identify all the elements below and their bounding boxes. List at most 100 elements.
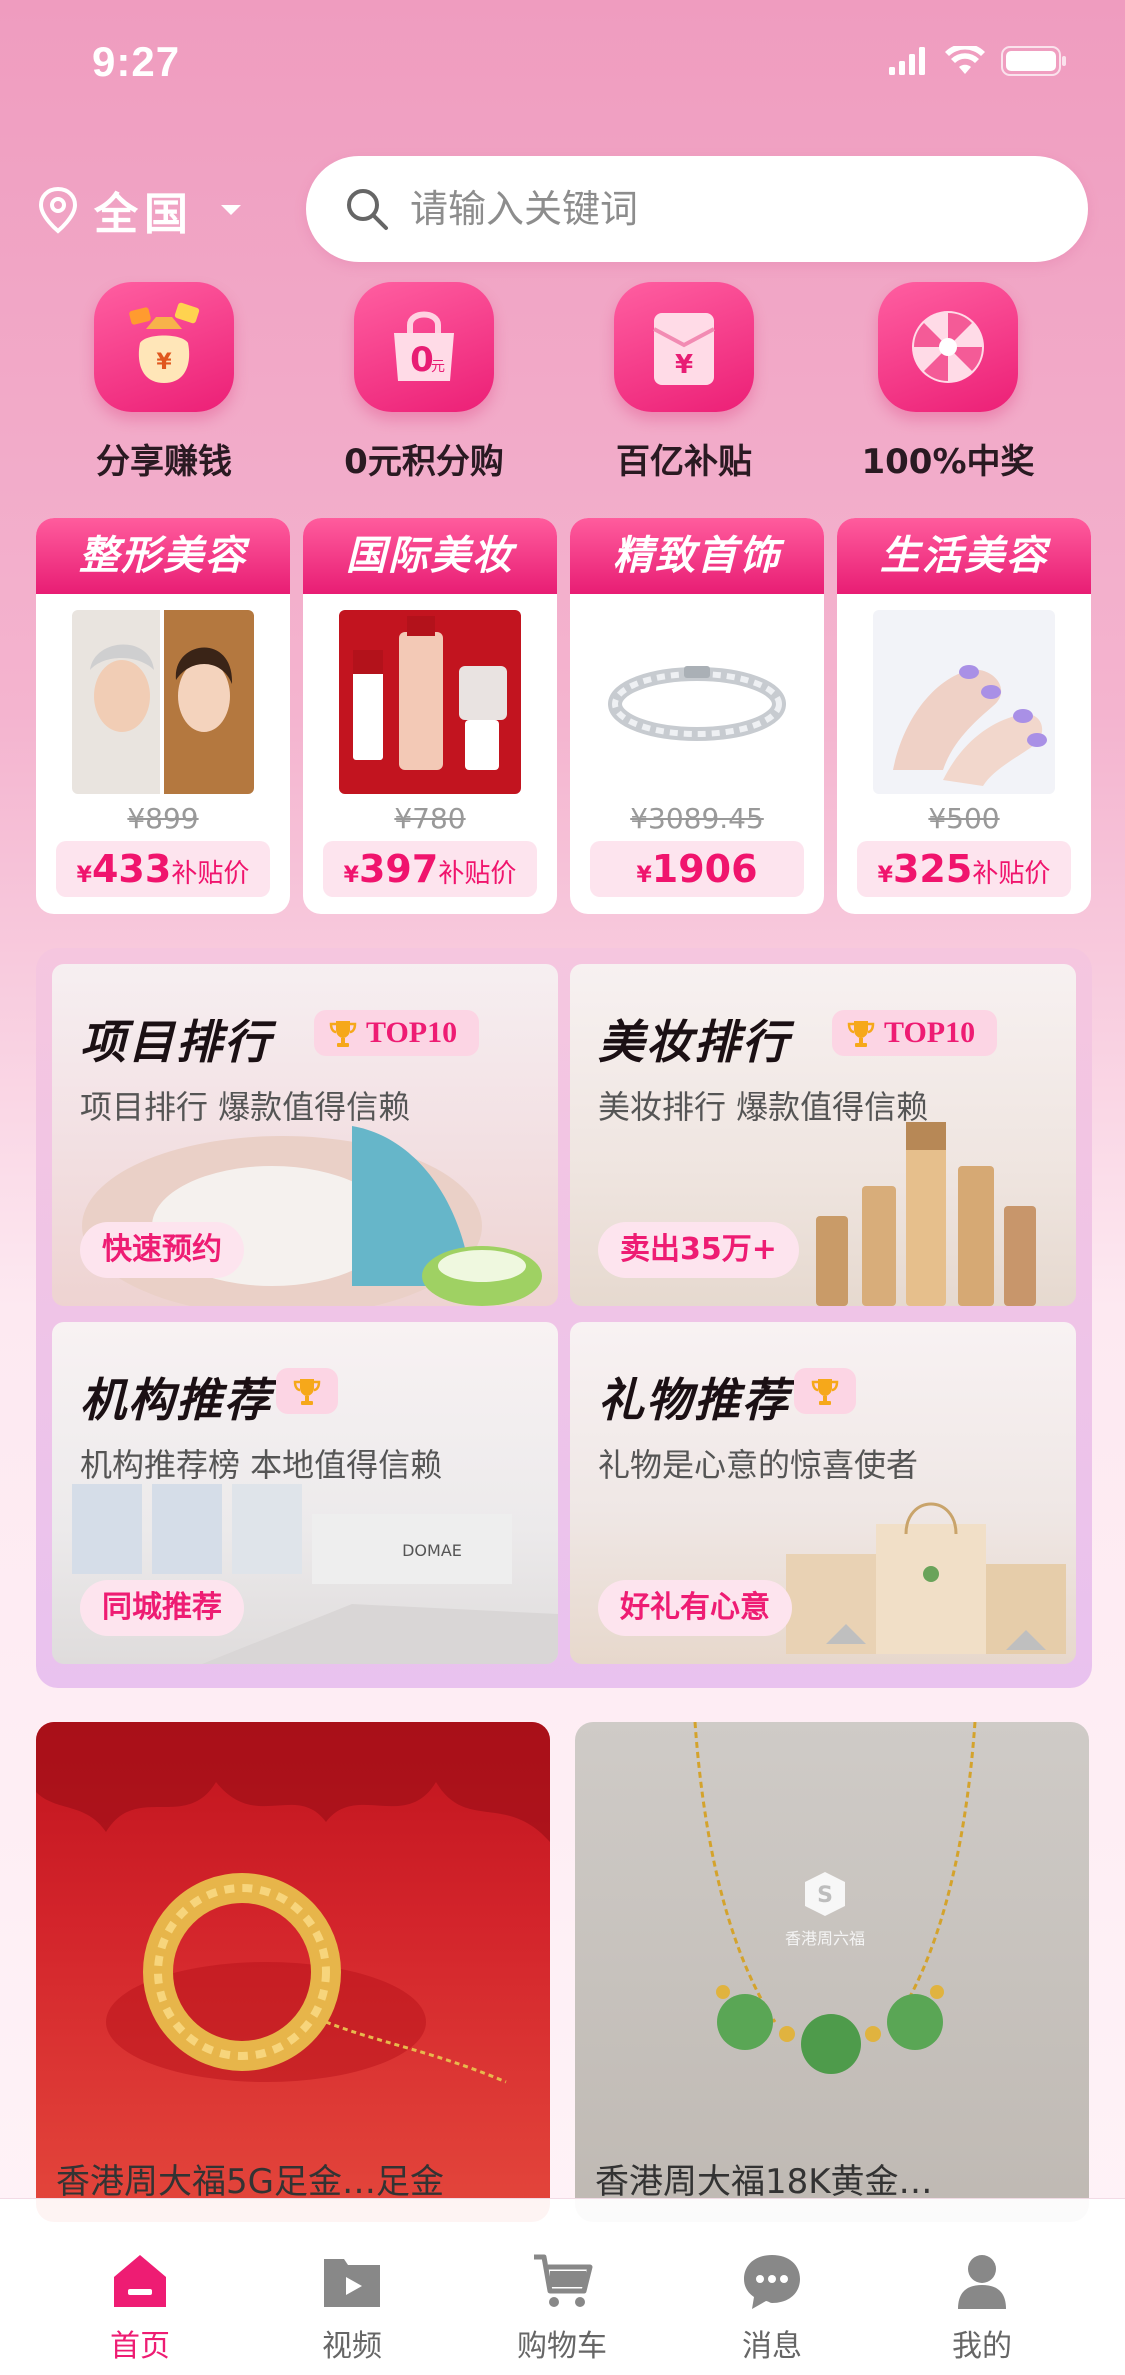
quick-entry-subsidy[interactable]: ¥ 百亿补贴 [584, 282, 784, 483]
ranking-card-projects[interactable]: 项目排行 TOP10 项目排行 爆款值得信赖 快速预约 [52, 964, 558, 1306]
top10-badge: TOP10 [832, 1010, 998, 1056]
status-time: 9:27 [92, 38, 181, 85]
category-card-jewelry[interactable]: 精致首饰 ¥3089.45 ¥1906 [570, 518, 824, 914]
tab-label: 购物车 [517, 2329, 607, 2364]
quick-entry-label: 百亿补贴 [616, 442, 752, 482]
quick-entry-row: ¥ 分享赚钱 0 元 0元积分购 ¥ 百亿补贴 100%中奖 [0, 282, 1125, 492]
original-price: ¥899 [127, 802, 199, 835]
cart-icon [534, 2254, 593, 2307]
app-page: 9:27 全国 请输入关键词 ¥ 分享赚钱 0 元 0元积分购 ¥ 百亿补贴 1… [0, 0, 1125, 2375]
signal-icon [889, 47, 925, 75]
category-card-life-beauty[interactable]: 生活美容 ¥500 ¥325补贴价 [837, 518, 1091, 914]
ranking-card-institutions[interactable]: DOMAE 机构推荐 机构推荐榜 本地值得信赖 同城推荐 [52, 1322, 558, 1664]
price-tag: 补贴价 [171, 859, 250, 889]
category-cards: 整形美容 ¥899 ¥433补贴价 国际美妆 ¥780 ¥397补贴价 精致首饰… [36, 518, 1092, 914]
currency-symbol: ¥ [636, 863, 652, 888]
svg-text:¥: ¥ [156, 350, 172, 375]
price-value: 397 [358, 847, 439, 891]
quick-entry-label: 100%中奖 [861, 442, 1035, 482]
prize-wheel-icon [878, 282, 1018, 412]
subsidy-price: ¥397补贴价 [323, 841, 537, 897]
trophy-icon [293, 1379, 321, 1405]
tab-messages[interactable]: 消息 [702, 2251, 842, 2365]
subsidy-price: ¥433补贴价 [56, 841, 270, 897]
svg-text:DOMAE: DOMAE [402, 1541, 462, 1560]
trophy-badge [794, 1368, 856, 1414]
tab-video[interactable]: 视频 [282, 2251, 422, 2365]
quick-entry-label: 分享赚钱 [96, 442, 232, 482]
ranking-card-makeup[interactable]: 美妆排行 TOP10 美妆排行 爆款值得信赖 卖出35万+ [570, 964, 1076, 1306]
local-recommend-button[interactable]: 同城推荐 [80, 1580, 244, 1636]
shopping-bag-icon: 0 元 [354, 282, 494, 412]
original-price: ¥500 [928, 802, 1000, 835]
category-image [339, 610, 521, 794]
ranking-subtitle: 礼物是心意的惊喜使者 [598, 1446, 919, 1484]
caret-down-icon [221, 205, 241, 215]
product-card-gold-ring[interactable]: 香港周大福5G足金…足金 [36, 1722, 550, 2222]
tab-label: 消息 [742, 2329, 802, 2364]
currency-symbol: ¥ [343, 863, 359, 888]
product-card-jade-necklace[interactable]: S 香港周六福 香港周大福18K黄金… [575, 1722, 1089, 2222]
trophy-icon [329, 1021, 357, 1047]
top10-badge: TOP10 [314, 1010, 480, 1056]
status-icons [889, 46, 1067, 76]
svg-text:香港周六福: 香港周六福 [785, 1929, 865, 1948]
battery-icon [1001, 46, 1066, 76]
quick-entry-share-earn[interactable]: ¥ 分享赚钱 [64, 282, 264, 483]
ranking-card-gifts[interactable]: 礼物推荐 礼物是心意的惊喜使者 好礼有心意 [570, 1322, 1076, 1664]
home-icon [114, 2255, 166, 2307]
tab-profile[interactable]: 我的 [912, 2251, 1052, 2365]
price-value: 325 [892, 847, 973, 891]
subsidy-price: ¥1906 [590, 841, 804, 897]
category-title: 整形美容 [36, 518, 290, 594]
currency-symbol: ¥ [877, 863, 893, 888]
quick-entry-label: 0元积分购 [344, 442, 504, 482]
ranking-title: 机构推荐 [80, 1373, 272, 1427]
trophy-icon [811, 1379, 839, 1405]
category-image [873, 610, 1055, 794]
location-pin-icon [38, 186, 78, 234]
bottom-tab-bar: 首页 视频 购物车 消息 我的 [0, 2198, 1125, 2375]
category-title: 国际美妆 [303, 518, 557, 594]
price-tag: 补贴价 [438, 859, 517, 889]
search-icon [347, 189, 388, 230]
quick-entry-zero-points[interactable]: 0 元 0元积分购 [324, 282, 524, 483]
ranking-panel: 项目排行 TOP10 项目排行 爆款值得信赖 快速预约 美妆排行 TOP10 美… [36, 948, 1092, 1688]
money-bag-icon: ¥ [94, 282, 234, 412]
trophy-icon [847, 1021, 875, 1047]
ranking-subtitle: 项目排行 爆款值得信赖 [80, 1088, 411, 1126]
search-bar[interactable] [306, 156, 1088, 262]
search-input[interactable] [408, 186, 1032, 232]
tab-cart[interactable]: 购物车 [492, 2251, 632, 2365]
price-value: 433 [91, 847, 172, 891]
ranking-subtitle: 美妆排行 爆款值得信赖 [598, 1088, 929, 1126]
red-envelope-icon: ¥ [614, 282, 754, 412]
price-value: 1906 [651, 847, 758, 891]
product-image [36, 1722, 550, 2084]
currency-symbol: ¥ [76, 863, 92, 888]
ranking-title: 项目排行 [80, 1015, 272, 1069]
location-selector[interactable]: 全国 [36, 178, 244, 242]
location-label: 全国 [94, 189, 194, 240]
category-image [606, 610, 788, 794]
quick-entry-lottery[interactable]: 100%中奖 [848, 282, 1048, 483]
tab-home[interactable]: 首页 [70, 2251, 210, 2365]
svg-text:¥: ¥ [675, 350, 693, 380]
tab-label: 视频 [322, 2329, 382, 2364]
gift-button[interactable]: 好礼有心意 [598, 1580, 792, 1636]
subsidy-price: ¥325补贴价 [857, 841, 1071, 897]
message-icon [744, 2255, 800, 2309]
category-title: 生活美容 [837, 518, 1091, 594]
svg-text:S: S [817, 1883, 833, 1908]
original-price: ¥3089.45 [630, 802, 764, 835]
ranking-title: 美妆排行 [598, 1015, 790, 1069]
ranking-subtitle: 机构推荐榜 本地值得信赖 [80, 1446, 443, 1484]
category-card-plastic-surgery[interactable]: 整形美容 ¥899 ¥433补贴价 [36, 518, 290, 914]
product-image: S 香港周六福 [693, 1722, 977, 2074]
quick-booking-button[interactable]: 快速预约 [80, 1222, 244, 1278]
sold-count-button[interactable]: 卖出35万+ [598, 1222, 799, 1278]
status-bar: 9:27 [0, 0, 1125, 130]
category-card-intl-makeup[interactable]: 国际美妆 ¥780 ¥397补贴价 [303, 518, 557, 914]
ranking-title: 礼物推荐 [598, 1373, 790, 1427]
badge-text: TOP10 [884, 1016, 976, 1049]
